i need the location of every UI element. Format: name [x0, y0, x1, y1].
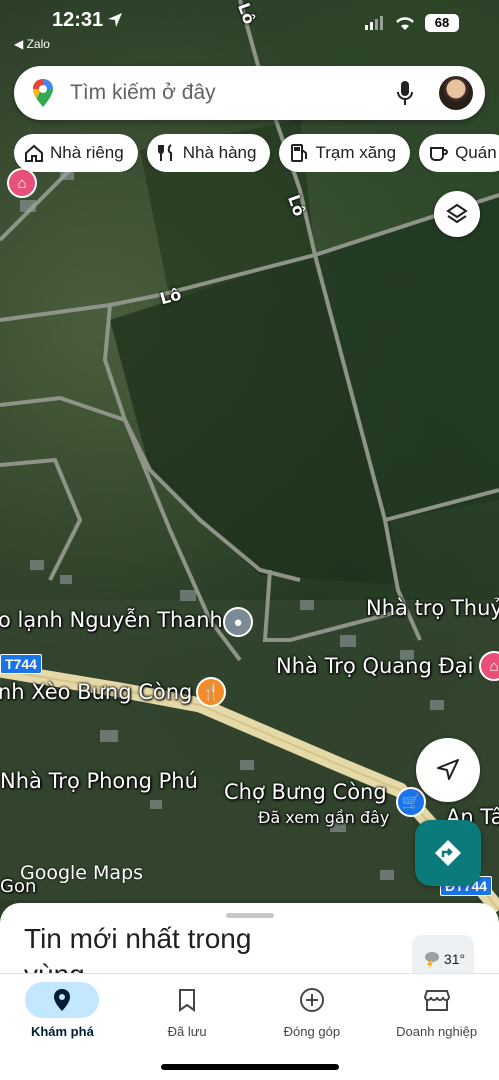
route-badge: T744 [0, 654, 42, 674]
place-label[interactable]: Nhà trọ Thuỷ [366, 596, 499, 620]
my-location-button[interactable] [416, 738, 480, 802]
back-to-app-link[interactable]: ◀ Zalo [14, 37, 50, 51]
gas-station-icon [291, 144, 308, 162]
storefront-icon [423, 990, 450, 1011]
chip-gas-station[interactable]: Trạm xăng [279, 134, 411, 172]
signal-icon [365, 16, 383, 30]
battery-indicator: 68 [425, 14, 459, 32]
chip-label: Trạm xăng [315, 143, 397, 162]
place-label[interactable]: nh Xèo Bưng Còng [0, 680, 192, 704]
explore-pin-icon [54, 989, 71, 1011]
status-time: 12:31 [52, 9, 104, 31]
place-subtitle: Đã xem gần đây [258, 808, 390, 827]
nav-explore[interactable]: Khám phá [0, 974, 125, 1080]
nav-business[interactable]: Doanh nghiệp [374, 974, 499, 1080]
location-arrow-icon [108, 13, 122, 27]
search-input[interactable]: Tìm kiếm ở đây [70, 81, 391, 105]
layers-icon [446, 203, 468, 224]
home-indicator[interactable] [161, 1064, 339, 1070]
sheet-drag-handle[interactable] [226, 913, 274, 918]
chip-home[interactable]: Nhà riêng [14, 134, 138, 172]
layers-button[interactable] [434, 191, 480, 237]
thunderstorm-icon [424, 952, 439, 969]
nav-label: Đã lưu [167, 1024, 207, 1039]
chip-label: Nhà riêng [50, 143, 124, 162]
nav-label: Doanh nghiệp [396, 1024, 478, 1039]
lodging-pin-icon[interactable]: ⌂ [7, 168, 37, 198]
bookmark-icon [179, 989, 196, 1012]
add-circle-icon [299, 988, 324, 1012]
place-pin-icon[interactable]: ● [223, 607, 253, 637]
chip-label: Quán [455, 143, 497, 162]
home-icon [25, 144, 43, 162]
microphone-icon[interactable] [391, 79, 419, 107]
google-maps-pin-icon [33, 79, 53, 107]
user-avatar[interactable] [439, 76, 473, 110]
coffee-icon [430, 147, 449, 161]
search-bar[interactable]: Tìm kiếm ở đây [14, 66, 485, 120]
place-label[interactable]: o lạnh Nguyễn Thanh [0, 608, 223, 632]
category-chips: Nhà riêng Nhà hàng Trạm xăng Quán [14, 134, 499, 172]
navigation-arrow-icon [437, 759, 459, 780]
directions-icon [435, 840, 461, 866]
restaurant-pin-icon[interactable]: 🍴 [196, 677, 226, 707]
nav-label: Đóng góp [283, 1024, 341, 1039]
place-label[interactable]: Nhà Trọ Phong Phú [0, 769, 198, 793]
place-label[interactable]: Nhà Trọ Quang Đại [276, 654, 473, 678]
wifi-icon [396, 16, 414, 30]
weather-temperature: 31° [443, 951, 466, 967]
nav-label: Khám phá [30, 1024, 94, 1039]
place-label[interactable]: Chợ Bưng Còng [224, 780, 387, 804]
google-maps-attribution: Google Maps [20, 862, 144, 884]
restaurant-icon [157, 144, 172, 161]
status-bar: 12:31 ◀ Zalo 68 [0, 0, 499, 56]
chip-label: Nhà hàng [182, 143, 257, 162]
shop-pin-icon[interactable]: 🛒 [396, 787, 426, 817]
directions-button[interactable] [415, 820, 481, 886]
chip-cafe[interactable]: Quán [419, 134, 499, 172]
chip-restaurant[interactable]: Nhà hàng [146, 134, 271, 172]
